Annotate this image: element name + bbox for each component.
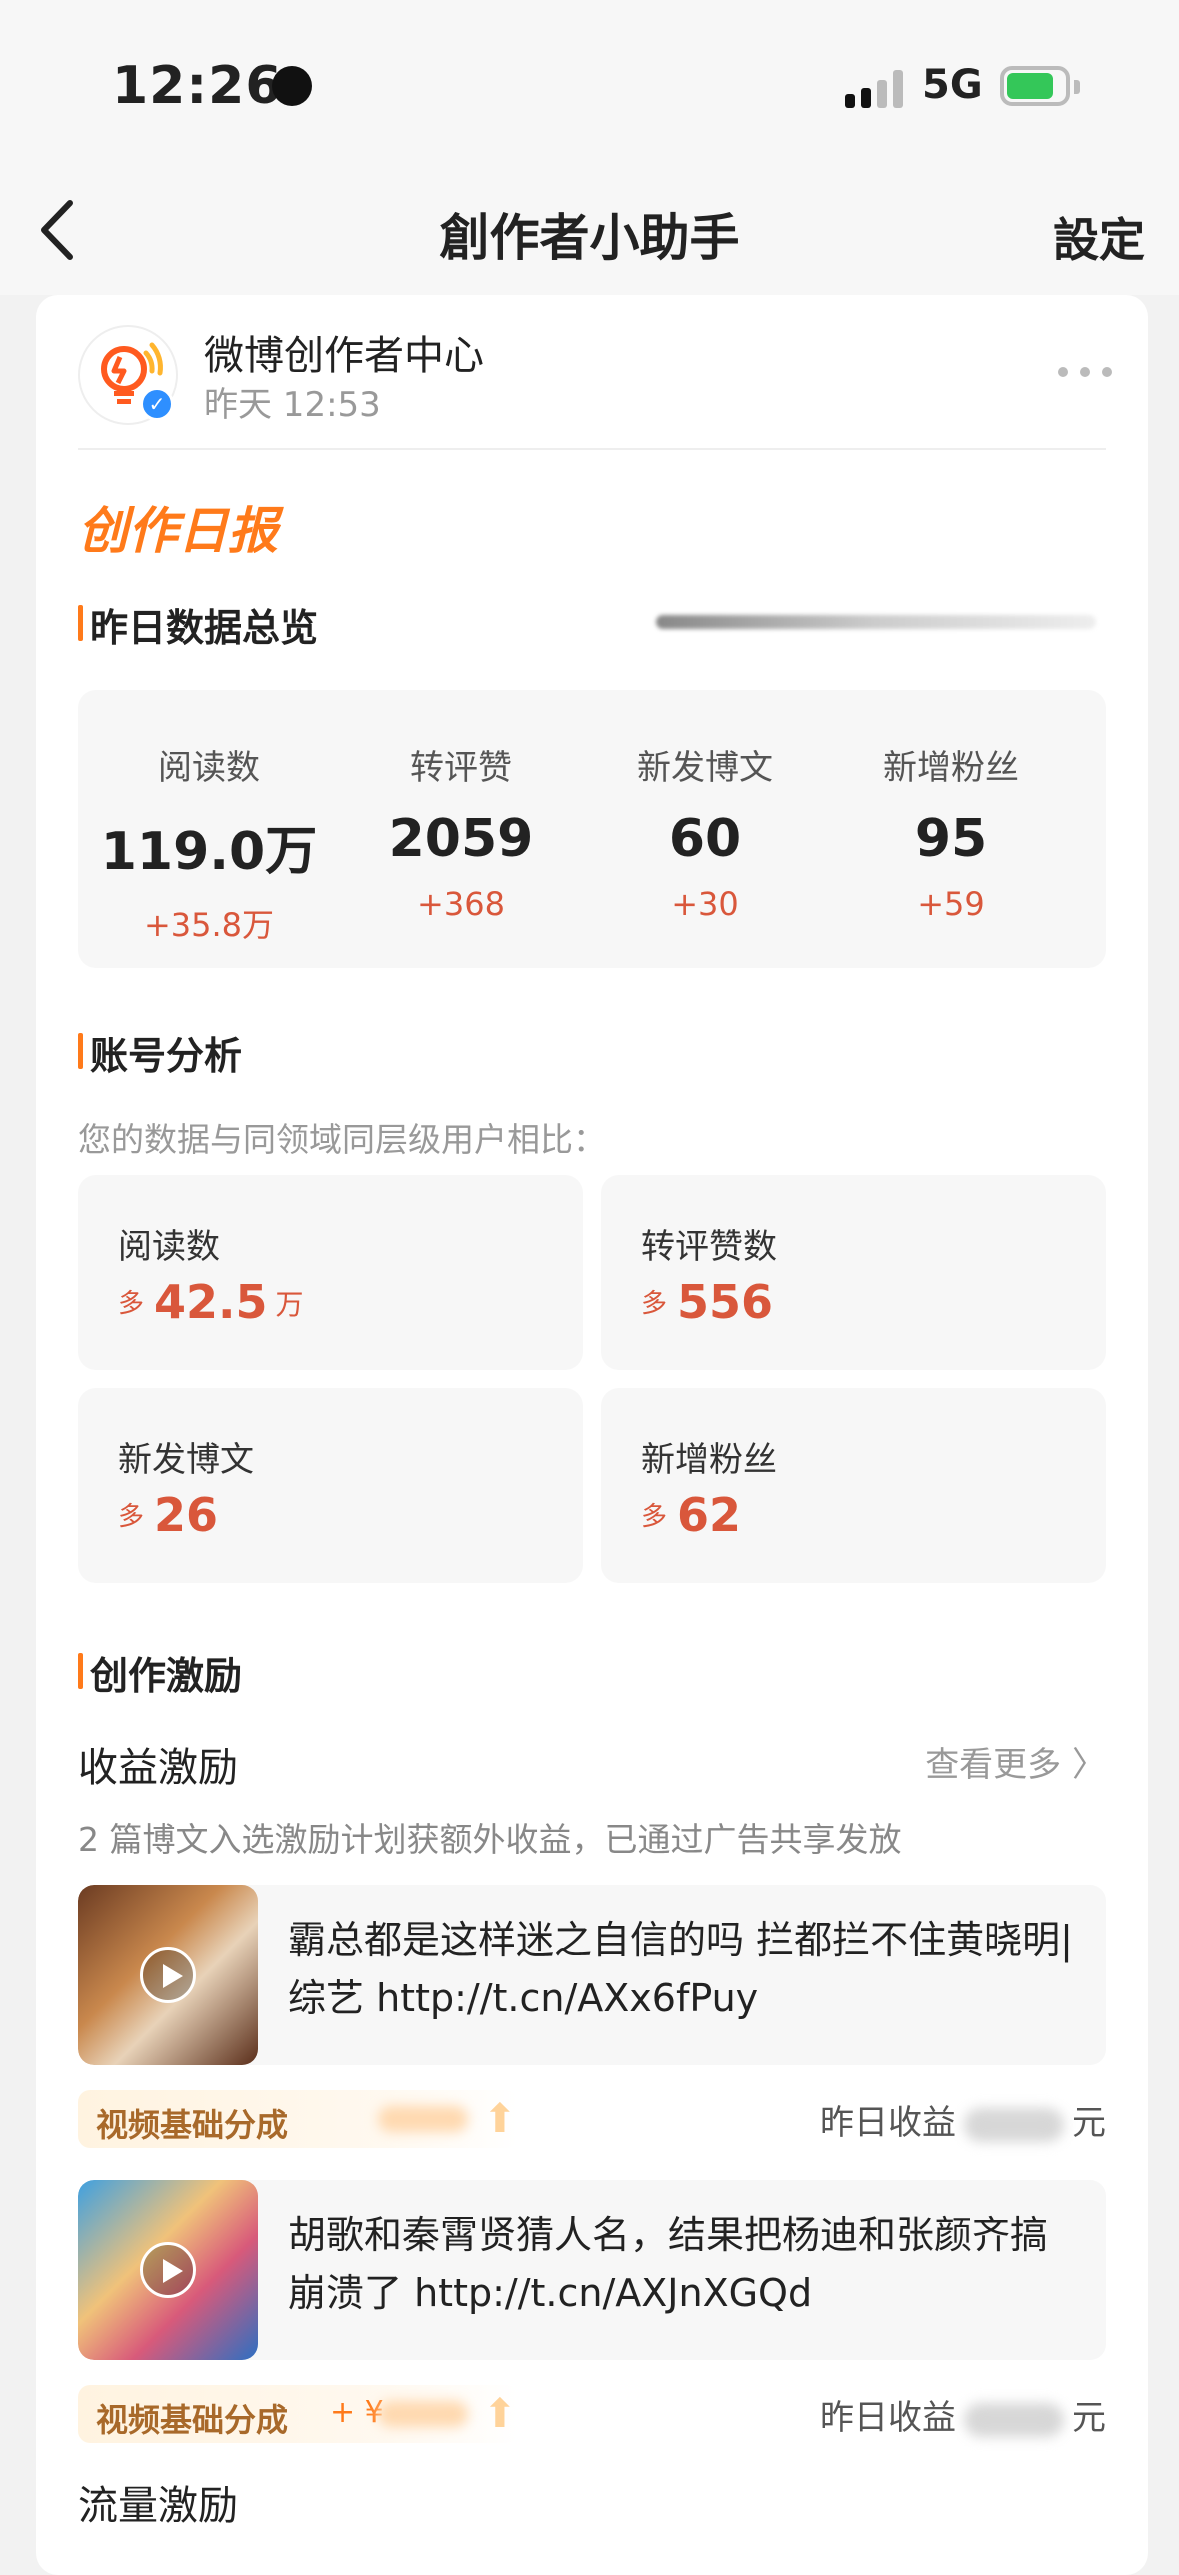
- income-note: 2 篇博文入选激励计划获额外收益，已通过广告共享发放: [78, 1820, 902, 1859]
- video-thumbnail[interactable]: [78, 1885, 258, 2065]
- cellular-signal-icon: [845, 68, 905, 108]
- play-icon: [140, 1947, 196, 2003]
- status-time: 12:26: [112, 56, 283, 116]
- compare-label: 阅读数: [118, 1227, 220, 1267]
- compare-new-fans: 新增粉丝 多 62: [601, 1388, 1106, 1583]
- compare-value: 多 62: [641, 1488, 742, 1542]
- compare-interactions: 转评赞数 多 556: [601, 1175, 1106, 1370]
- verified-badge-icon: ✓: [140, 387, 174, 421]
- up-arrow-icon: ⬆: [483, 2391, 517, 2437]
- up-arrow-icon: ⬆: [483, 2096, 517, 2142]
- compare-label: 新发博文: [118, 1440, 254, 1480]
- yesterday-income: 昨日收益 元: [820, 2390, 1106, 2439]
- more-options-icon[interactable]: [1058, 367, 1118, 387]
- reward-amount: + ¥: [330, 2395, 384, 2430]
- stat-delta: +368: [417, 885, 505, 923]
- compare-value: 多 42.5 万: [118, 1275, 304, 1329]
- reward-tag: 视频基础分成 + ¥ ⬆: [78, 2385, 518, 2443]
- reward-label: 视频基础分成: [96, 2401, 289, 2439]
- stat-new-fans: 新增粉丝 95 +59: [826, 740, 1076, 923]
- battery-tip: [1074, 80, 1080, 94]
- post-item[interactable]: 霸总都是这样迷之自信的吗 拦都拦不住黄晓明|综艺 http://t.cn/AXx…: [78, 1885, 1106, 2065]
- post-item[interactable]: 胡歌和秦霄贤猜人名，结果把杨迪和张颜齐搞崩溃了 http://t.cn/AXJn…: [78, 2180, 1106, 2360]
- see-more-link[interactable]: 查看更多 〉: [925, 1737, 1106, 1786]
- network-type: 5G: [922, 62, 983, 108]
- income-incentive-title: 收益激励: [78, 1745, 238, 1791]
- compare-reads: 阅读数 多 42.5 万: [78, 1175, 583, 1370]
- stat-delta: +35.8万: [143, 906, 275, 944]
- stat-delta: +30: [671, 885, 739, 923]
- compare-label: 新增粉丝: [641, 1440, 777, 1480]
- post-text: 胡歌和秦霄贤猜人名，结果把杨迪和张颜齐搞崩溃了 http://t.cn/AXJn…: [288, 2213, 1049, 2315]
- stat-reads: 阅读数 119.0万 +35.8万: [84, 740, 334, 946]
- traffic-incentive-title: 流量激励: [78, 2483, 238, 2529]
- compare-new-posts: 新发博文 多 26: [78, 1388, 583, 1583]
- stat-value: 60: [668, 809, 742, 869]
- stat-label: 新发博文: [637, 748, 773, 788]
- nav-bar: 創作者小助手 設定: [0, 160, 1179, 295]
- stat-value: 95: [914, 809, 988, 869]
- sender-name[interactable]: 微博创作者中心: [204, 323, 484, 381]
- stat-label: 阅读数: [158, 748, 260, 788]
- report-title: 创作日报: [78, 502, 278, 560]
- stat-delta: +59: [917, 885, 985, 923]
- yesterday-income: 昨日收益 元: [820, 2095, 1106, 2144]
- overview-stats: 阅读数 119.0万 +35.8万 转评赞 2059 +368 新发博文 60 …: [78, 690, 1106, 968]
- redacted-amount: [378, 2106, 468, 2132]
- yesterday-label: 昨日收益: [820, 2398, 956, 2438]
- yesterday-label: 昨日收益: [820, 2103, 956, 2143]
- message-time: 昨天 12:53: [204, 385, 381, 425]
- stat-label: 转评赞: [410, 748, 512, 788]
- stat-new-posts: 新发博文 60 +30: [580, 740, 830, 923]
- post-text: 霸总都是这样迷之自信的吗 拦都拦不住黄晓明|综艺 http://t.cn/AXx…: [288, 1918, 1073, 2020]
- analysis-note: 您的数据与同领域同层级用户相比：: [78, 1120, 606, 1159]
- reward-label: 视频基础分成: [96, 2106, 289, 2144]
- stat-label: 新增粉丝: [883, 748, 1019, 788]
- battery-icon: [1000, 66, 1070, 106]
- currency-unit: 元: [1072, 2398, 1106, 2438]
- overview-title: 昨日数据总览: [78, 597, 318, 652]
- video-thumbnail[interactable]: [78, 2180, 258, 2360]
- compare-label: 转评赞数: [641, 1227, 777, 1267]
- stat-interactions: 转评赞 2059 +368: [336, 740, 586, 923]
- play-icon: [140, 2242, 196, 2298]
- reward-tag: 视频基础分成 ⬆: [78, 2090, 518, 2148]
- redacted-amount: [964, 2402, 1064, 2437]
- redacted-amount: [964, 2107, 1064, 2142]
- redacted-amount: [378, 2401, 468, 2427]
- page-title: 創作者小助手: [439, 209, 740, 267]
- status-bar: 12:26 5G: [0, 0, 1179, 160]
- stat-value: 119.0万: [100, 822, 318, 882]
- analysis-title: 账号分析: [78, 1025, 242, 1080]
- recording-indicator-icon: [272, 66, 312, 106]
- redacted-line: [656, 615, 1096, 629]
- compare-value: 多 26: [118, 1488, 219, 1542]
- compare-value: 多 556: [641, 1275, 774, 1329]
- incentive-title: 创作激励: [78, 1645, 242, 1700]
- settings-button[interactable]: 設定: [1053, 204, 1145, 270]
- stat-value: 2059: [388, 809, 534, 869]
- divider: [78, 448, 1106, 450]
- message-card: ✓ 微博创作者中心 昨天 12:53 创作日报 昨日数据总览 阅读数 119.0…: [36, 295, 1148, 2575]
- currency-unit: 元: [1072, 2103, 1106, 2143]
